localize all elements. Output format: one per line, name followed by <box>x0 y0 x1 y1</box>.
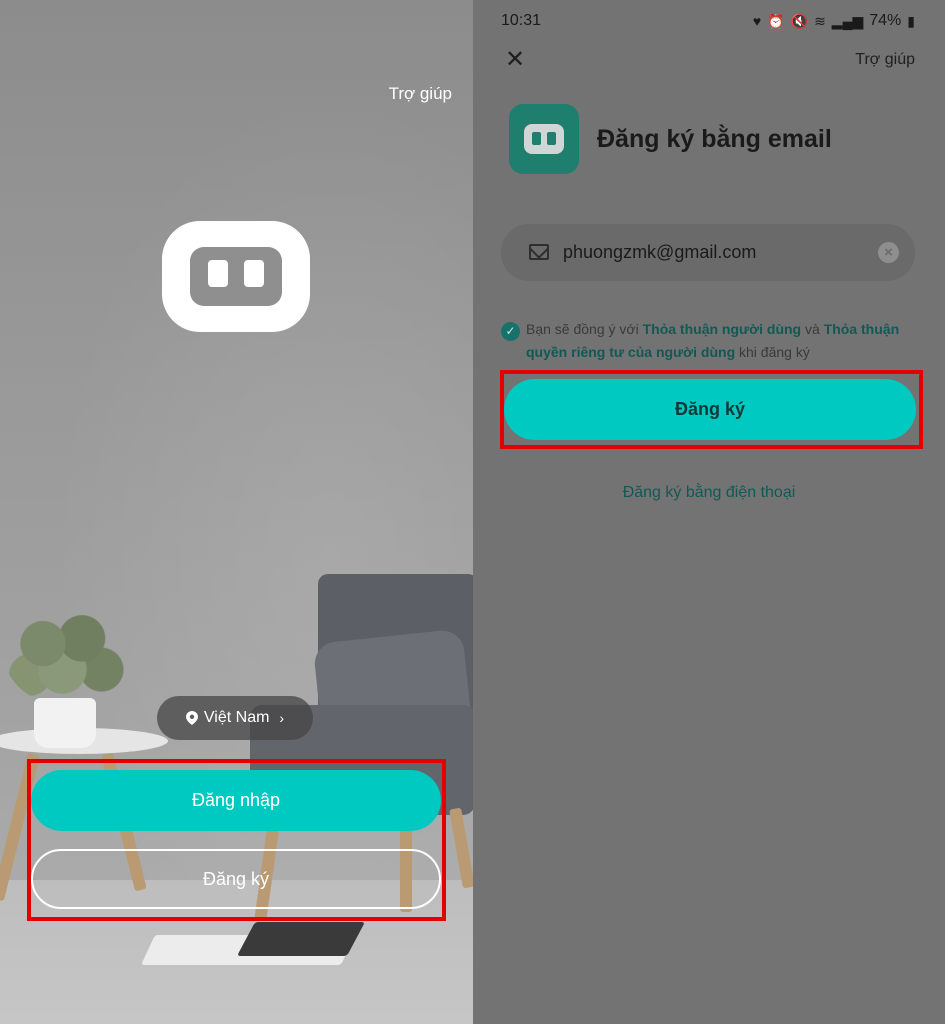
app-logo <box>509 104 579 174</box>
book-illustration <box>236 922 366 956</box>
plant-illustration <box>4 602 134 706</box>
wifi-icon: ≋ <box>814 12 826 29</box>
consent-prefix: Bạn sẽ đồng ý với <box>526 321 643 337</box>
mail-icon <box>529 244 549 260</box>
consent-middle: và <box>801 321 824 337</box>
signal-icon: ▂▄▆ <box>831 12 864 29</box>
battery-icon: ▮ <box>907 12 915 29</box>
welcome-screen: Trợ giúp Việt Nam › Đăng nhập Đăng ký <box>0 0 473 1024</box>
chevron-right-icon: › <box>279 710 285 726</box>
consent-suffix: khi đăng ký <box>735 344 810 360</box>
region-label: Việt Nam <box>203 709 270 726</box>
register-button[interactable]: Đăng ký <box>31 849 441 909</box>
email-register-screen: 10:31 ♥ ⏰ 🔇 ≋ ▂▄▆ 74% ▮ ✕ Trợ giúp Đăng … <box>473 0 945 1024</box>
alarm-icon: ⏰ <box>767 12 785 29</box>
status-bar: 10:31 ♥ ⏰ 🔇 ≋ ▂▄▆ 74% ▮ <box>473 0 945 40</box>
battery-level: 74% <box>869 12 902 29</box>
clear-icon[interactable]: × <box>878 242 899 263</box>
mute-icon: 🔇 <box>790 12 809 29</box>
status-time: 10:31 <box>501 12 542 29</box>
register-by-phone-link[interactable]: Đăng ký bằng điện thoại <box>473 484 945 502</box>
help-link[interactable]: Trợ giúp <box>855 51 915 69</box>
email-value: phuongzmk@gmail.com <box>563 242 757 262</box>
email-field[interactable]: phuongzmk@gmail.com × <box>501 224 915 281</box>
register-submit-button[interactable]: Đăng ký <box>504 379 916 440</box>
help-link[interactable]: Trợ giúp <box>389 84 452 104</box>
location-pin-icon <box>185 711 198 725</box>
close-icon[interactable]: ✕ <box>505 48 525 72</box>
checkmark-icon[interactable]: ✓ <box>501 322 520 341</box>
consent-notice: ✓ Bạn sẽ đồng ý với Thỏa thuận người dùn… <box>501 318 921 364</box>
heart-icon: ♥ <box>752 13 762 29</box>
region-selector[interactable]: Việt Nam › <box>157 696 313 740</box>
user-agreement-link[interactable]: Thỏa thuận người dùng <box>643 321 802 337</box>
app-logo <box>162 221 310 332</box>
login-button[interactable]: Đăng nhập <box>31 770 441 831</box>
page-title: Đăng ký bằng email <box>597 125 832 153</box>
